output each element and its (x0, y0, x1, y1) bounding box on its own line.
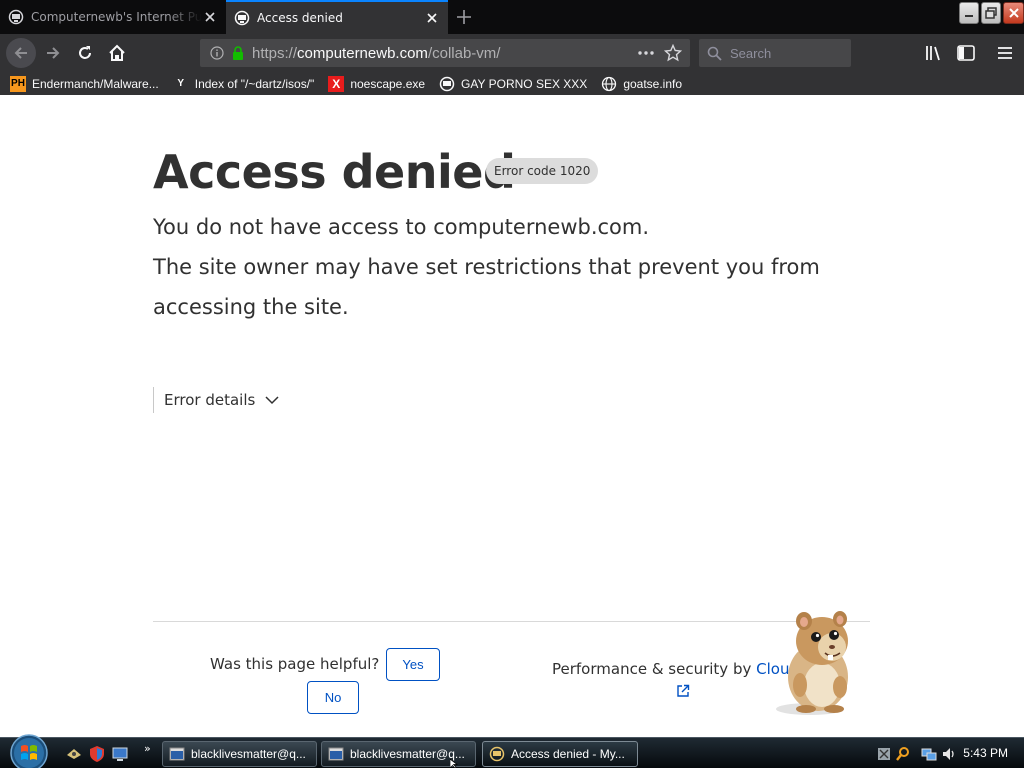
bookmark-item[interactable]: X noescape.exe (328, 75, 426, 92)
url-host: computernewb.com (297, 44, 428, 62)
bookmark-label: noescape.exe (350, 76, 426, 91)
taskbar-button[interactable]: blacklivesmatter@q... (162, 741, 317, 767)
clock[interactable]: 5:43 PM (963, 746, 1008, 760)
window-controls (959, 2, 1024, 24)
page-content: Access denied Error code 1020 You do not… (0, 95, 1024, 737)
bookmark-label: Index of "/~dartz/isos/" (194, 76, 315, 91)
minimize-icon (965, 15, 973, 17)
page-actions-icon[interactable] (638, 46, 654, 60)
network-icon[interactable] (921, 746, 937, 762)
terminal-window-icon (328, 747, 344, 761)
restore-button[interactable] (981, 2, 1001, 24)
error-details-label: Error details (164, 391, 256, 409)
pornhub-icon: PH (10, 75, 26, 92)
bookmark-label: GAY PORNO SEX XXX (461, 76, 588, 91)
tab-access-denied[interactable]: Access denied (226, 0, 448, 34)
quick-launch-icon[interactable] (65, 745, 83, 763)
taskbar-button-label: blacklivesmatter@q... (350, 747, 465, 761)
tab-computernewb[interactable]: Computernewb's Internet Pub (0, 0, 226, 34)
access-message: You do not have access to computernewb.c… (153, 215, 650, 239)
home-icon (109, 44, 125, 61)
lock-icon[interactable] (232, 46, 244, 60)
reload-button[interactable] (70, 38, 100, 68)
close-tab-icon[interactable] (424, 10, 440, 26)
yp-icon: Y (177, 78, 185, 89)
bookmark-label: goatse.info (623, 76, 683, 91)
taskbar-button-label: blacklivesmatter@q... (191, 747, 306, 761)
feedback-question: Was this page helpful? (210, 655, 380, 673)
error-details-toggle[interactable]: Error details (153, 387, 279, 413)
monitor-icon[interactable] (111, 745, 129, 763)
start-button-icon[interactable] (8, 732, 50, 768)
error-code-badge: Error code 1020 (486, 158, 599, 184)
error-description: You do not have access to computernewb.c… (153, 207, 853, 327)
terminal-window-icon (169, 747, 185, 761)
url-text: https://computernewb.com/collab-vm/ (252, 45, 500, 62)
back-button[interactable] (6, 38, 36, 68)
external-link-icon[interactable] (676, 684, 690, 698)
info-icon[interactable] (210, 46, 224, 60)
close-icon (1008, 8, 1019, 18)
hamster-mascot-icon[interactable] (770, 605, 866, 717)
reload-icon (79, 46, 91, 59)
search-placeholder: Search (730, 45, 772, 61)
collabvm-favicon-icon (234, 10, 250, 26)
footer-divider (153, 621, 870, 622)
menu-icon[interactable] (995, 43, 1015, 63)
performance-prefix: Performance & security by (552, 660, 757, 678)
tab-title: Access denied (257, 11, 343, 25)
bookmark-star-icon[interactable] (664, 44, 682, 62)
collabvm-favicon-icon (8, 9, 24, 25)
forward-button[interactable] (38, 38, 68, 68)
search-icon[interactable] (895, 746, 911, 762)
bookmark-item[interactable]: goatse.info (601, 76, 682, 92)
search-input[interactable]: Search (699, 39, 851, 67)
back-arrow-icon (14, 47, 27, 59)
chevron-double-right-icon[interactable]: » (144, 742, 151, 755)
no-button[interactable]: No (307, 681, 359, 714)
bookmark-label: Endermanch/Malware... (32, 76, 159, 91)
collabvm-favicon-icon (489, 746, 505, 762)
url-path: /collab-vm/ (427, 44, 501, 62)
yes-button[interactable]: Yes (386, 648, 440, 681)
tray-icon[interactable] (876, 746, 892, 762)
tab-strip: Computernewb's Internet Pub Access denie… (0, 0, 1024, 34)
home-button[interactable] (102, 38, 132, 68)
new-tab-icon[interactable] (452, 6, 476, 28)
tab-title: Computernewb's Internet Pub (31, 10, 202, 24)
taskbar: » blacklivesmatter@q... blacklivesmatter… (0, 734, 1024, 768)
taskbar-button-active[interactable]: Access denied - My... (482, 741, 638, 767)
bookmark-item[interactable]: GAY PORNO SEX XXX (439, 76, 587, 92)
search-icon (707, 46, 722, 61)
address-bar[interactable]: https://computernewb.com/collab-vm/ (200, 39, 690, 67)
bookmark-item[interactable]: PH Endermanch/Malware... (10, 75, 159, 92)
restore-icon (985, 7, 997, 19)
chevron-down-icon (265, 396, 279, 405)
page-title: Access denied (153, 145, 516, 199)
library-icon[interactable] (924, 43, 944, 63)
mouse-cursor-icon (450, 759, 458, 768)
restriction-message: The site owner may have set restrictions… (153, 255, 820, 319)
minimize-button[interactable] (959, 2, 979, 24)
forward-arrow-icon (47, 47, 60, 59)
bookmarks-toolbar: PH Endermanch/Malware... Y Index of "/~d… (0, 72, 1024, 95)
collabvm-icon (439, 76, 455, 91)
taskbar-button-label: Access denied - My... (511, 747, 625, 761)
shield-icon[interactable] (88, 745, 106, 763)
sidebar-icon[interactable] (956, 43, 976, 63)
close-tab-icon[interactable] (202, 9, 218, 25)
x-icon: X (328, 75, 345, 92)
bookmark-item[interactable]: Y Index of "/~dartz/isos/" (173, 76, 315, 92)
close-window-button[interactable] (1003, 2, 1024, 24)
navigation-toolbar: https://computernewb.com/collab-vm/ Sear… (0, 34, 1024, 72)
globe-icon (602, 76, 617, 91)
url-scheme: https:// (252, 44, 298, 62)
volume-icon[interactable] (941, 746, 957, 762)
